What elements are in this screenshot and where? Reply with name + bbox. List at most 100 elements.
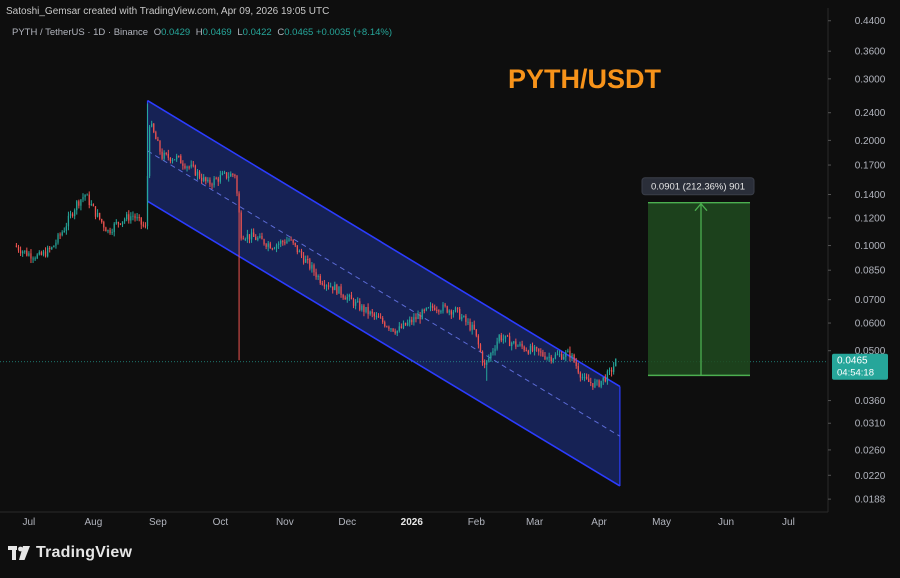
candle-body bbox=[323, 284, 326, 287]
candle-body bbox=[213, 178, 215, 186]
y-tick-label: 0.3600 bbox=[855, 47, 886, 58]
candle-body bbox=[409, 319, 411, 323]
open-value: 0.0429 bbox=[161, 27, 191, 38]
candle-body bbox=[277, 243, 280, 245]
candle-body bbox=[192, 164, 194, 166]
candle-body bbox=[76, 201, 78, 211]
candle-body bbox=[423, 309, 425, 311]
candle-body bbox=[421, 309, 423, 320]
measure-tool[interactable]: 0.0901 (212.36%) 901 bbox=[641, 177, 755, 377]
candle-body bbox=[261, 235, 263, 240]
candle-body bbox=[175, 155, 178, 160]
candle-body bbox=[571, 354, 573, 358]
candle-body bbox=[232, 173, 234, 175]
price-chart[interactable]: 0.0901 (212.36%) 901 0.4400 0.3600 0.3000 0… bbox=[0, 0, 900, 578]
candle-body bbox=[236, 175, 238, 194]
candle-body bbox=[590, 381, 592, 384]
candle-body bbox=[294, 242, 296, 246]
candle-body bbox=[313, 265, 315, 273]
candle-body bbox=[292, 239, 294, 243]
candle-body bbox=[217, 178, 219, 182]
candle-body bbox=[608, 369, 611, 372]
candle-body bbox=[255, 236, 257, 240]
candle-body bbox=[96, 212, 99, 217]
candle-body bbox=[473, 324, 475, 330]
candle-body bbox=[24, 250, 26, 252]
x-tick-label: Mar bbox=[526, 517, 544, 528]
candle-body bbox=[515, 341, 517, 347]
candle-body bbox=[446, 306, 448, 313]
candle-body bbox=[544, 355, 546, 360]
candle-body bbox=[556, 354, 559, 356]
y-tick-label: 0.0700 bbox=[855, 295, 886, 306]
candle-body bbox=[188, 166, 190, 168]
candle-body bbox=[329, 286, 332, 288]
candle-body bbox=[275, 244, 278, 249]
candle-body bbox=[538, 348, 540, 352]
candle-body bbox=[602, 377, 604, 381]
candle-body bbox=[288, 239, 290, 241]
candle-body bbox=[286, 240, 288, 244]
candle-body bbox=[205, 177, 207, 182]
candle-body bbox=[302, 255, 305, 263]
symbol-legend[interactable]: PYTH / TetherUS · 1D · Binance O0.0429 H… bbox=[12, 27, 392, 38]
candle-body bbox=[140, 217, 142, 225]
candle-body bbox=[558, 354, 561, 356]
candle-body bbox=[577, 366, 579, 373]
x-tick-label: Aug bbox=[85, 517, 103, 528]
candle-body bbox=[332, 286, 334, 291]
measure-label: 0.0901 (212.36%) 901 bbox=[651, 182, 745, 193]
candle-body bbox=[169, 157, 172, 162]
candle-body bbox=[606, 371, 609, 382]
candle-body bbox=[63, 230, 65, 233]
candle-body bbox=[71, 213, 74, 217]
candle-body bbox=[130, 216, 132, 221]
y-tick-label: 0.1700 bbox=[855, 161, 886, 172]
candle-body bbox=[400, 326, 403, 328]
candle-body bbox=[57, 234, 59, 243]
candle-body bbox=[469, 321, 471, 331]
candle-body bbox=[225, 172, 228, 178]
candle-body bbox=[444, 304, 446, 307]
candle-body bbox=[581, 377, 584, 379]
candle-body bbox=[44, 251, 47, 257]
candle-body bbox=[521, 343, 523, 347]
current-price-badge: 0.046504:54:18 bbox=[832, 353, 888, 380]
candle-body bbox=[80, 199, 82, 206]
candle-body bbox=[271, 248, 274, 250]
tradingview-logo[interactable]: TradingView bbox=[8, 544, 132, 562]
candle-body bbox=[450, 310, 452, 315]
candle-body bbox=[78, 201, 80, 206]
price-badge-price: 0.0465 bbox=[837, 356, 868, 367]
change-value: +0.0035 (+8.14%) bbox=[315, 27, 392, 38]
candle-body bbox=[134, 215, 136, 219]
candle-body bbox=[573, 354, 575, 362]
candle-body bbox=[196, 171, 199, 176]
candle-body bbox=[69, 213, 72, 216]
candle-body bbox=[404, 322, 407, 326]
candle-body bbox=[186, 166, 188, 169]
candle-body bbox=[74, 210, 76, 217]
candle-body bbox=[563, 356, 565, 360]
candle-body bbox=[496, 341, 498, 349]
candle-body bbox=[467, 321, 469, 323]
pair-title: PYTH/USDT bbox=[508, 64, 662, 94]
candle-body bbox=[159, 140, 161, 152]
open-label: O bbox=[153, 27, 162, 38]
candle-body bbox=[298, 250, 301, 253]
candle-body bbox=[200, 177, 203, 181]
y-tick-label: 0.0600 bbox=[855, 319, 886, 330]
candle-body bbox=[300, 250, 303, 256]
candle-body bbox=[315, 272, 317, 278]
candle-body bbox=[180, 155, 182, 164]
candle-body bbox=[238, 193, 240, 213]
candle-body bbox=[440, 311, 442, 313]
candle-body bbox=[508, 336, 511, 347]
candle-body bbox=[28, 253, 30, 256]
candle-body bbox=[207, 179, 209, 182]
candle-body bbox=[136, 217, 138, 219]
candle-body bbox=[101, 219, 103, 223]
price-badge-countdown: 04:54:18 bbox=[837, 368, 874, 379]
candle-body bbox=[280, 241, 282, 244]
candle-body bbox=[296, 245, 298, 253]
